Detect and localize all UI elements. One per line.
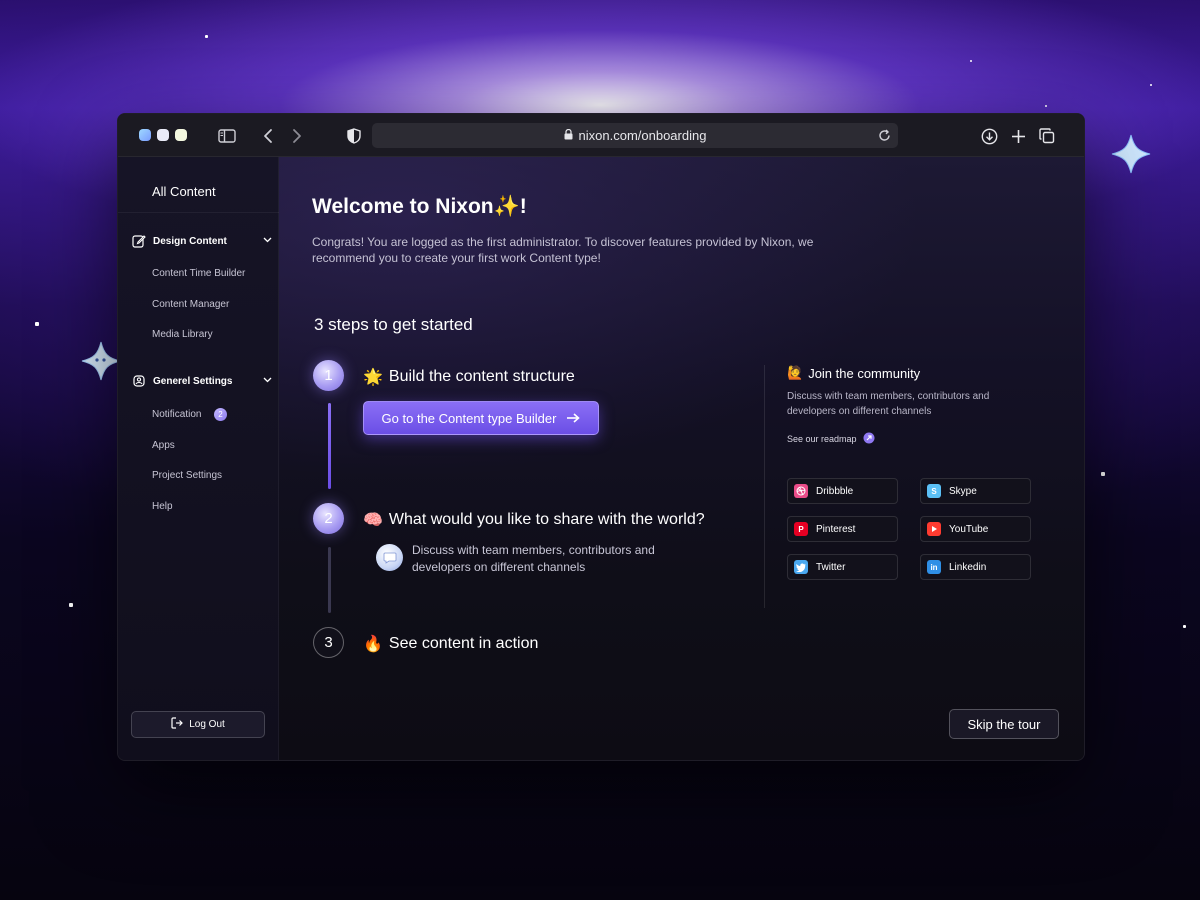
step-1-connector <box>328 403 331 489</box>
sidebar-divider <box>118 212 279 213</box>
twitter-link[interactable]: Twitter <box>787 554 898 580</box>
steps-title: 3 steps to get started <box>314 315 473 334</box>
sidebar-item-help[interactable]: Help <box>152 501 173 512</box>
notification-badge: 2 <box>214 408 227 421</box>
star <box>1101 472 1105 476</box>
star <box>205 35 208 38</box>
star <box>1150 84 1152 86</box>
dribbble-link[interactable]: Dribbble <box>787 478 898 504</box>
forward-icon[interactable] <box>287 126 307 146</box>
step-title-text: See content in action <box>388 635 539 652</box>
linkedin-icon: in <box>927 560 941 574</box>
community-description: Discuss with team members, contributors … <box>787 391 990 417</box>
community-title-text: Join the community <box>808 365 921 381</box>
logout-icon <box>171 717 184 732</box>
url-text: nixon.com/onboarding <box>578 128 707 143</box>
sidebar-toggle-icon[interactable] <box>217 126 237 146</box>
pinterest-link[interactable]: P Pinterest <box>787 516 898 542</box>
raised-hand-icon: 🙋 <box>787 365 804 380</box>
brain-icon: 🧠 <box>363 512 383 529</box>
step-1-title: 🌟 Build the content structure <box>363 367 575 387</box>
shield-icon[interactable] <box>344 126 364 146</box>
star <box>970 60 972 62</box>
linkedin-label: Linkedin <box>949 561 987 573</box>
twitter-icon <box>794 560 808 574</box>
sidebar-item-content-time-builder[interactable]: Content Time Builder <box>152 268 245 279</box>
dribbble-icon <box>794 484 808 498</box>
step-1-indicator: 1 <box>313 360 344 391</box>
window-minimize-button[interactable] <box>157 129 169 141</box>
lock-icon <box>564 128 573 143</box>
column-divider <box>764 365 765 608</box>
step-2-title: 🧠 What would you like to share with the … <box>363 510 705 530</box>
step-2-indicator: 2 <box>313 503 344 534</box>
sidebar-item-project-settings[interactable]: Project Settings <box>152 470 222 481</box>
chat-bubble-icon <box>376 544 403 571</box>
sidebar-group-label: Design Content <box>153 235 227 247</box>
step-title-text: Build the content structure <box>388 368 575 385</box>
star-icon: 🌟 <box>363 369 383 386</box>
fire-icon: 🔥 <box>363 636 383 653</box>
pinterest-icon: P <box>794 522 808 536</box>
back-icon[interactable] <box>258 126 278 146</box>
logout-button[interactable]: Log Out <box>131 711 265 738</box>
sparkle-icon <box>81 341 121 381</box>
roadmap-link[interactable]: See our readmap <box>787 432 875 446</box>
sidebar-item-content-manager[interactable]: Content Manager <box>152 299 229 310</box>
youtube-link[interactable]: YouTube <box>920 516 1031 542</box>
skype-link[interactable]: S Skype <box>920 478 1031 504</box>
step-3-title: 🔥 See content in action <box>363 634 538 654</box>
star <box>1183 625 1186 628</box>
reload-icon[interactable] <box>877 128 892 143</box>
star <box>69 603 73 607</box>
sidebar-group-design-content[interactable]: Design Content <box>132 231 272 251</box>
sidebar-item-apps[interactable]: Apps <box>152 440 175 451</box>
step-title-text: What would you like to share with the wo… <box>388 511 705 528</box>
chevron-down-icon[interactable] <box>263 235 272 246</box>
tabs-icon[interactable] <box>1037 126 1057 146</box>
skip-tour-button[interactable]: Skip the tour <box>949 709 1059 739</box>
skype-icon: S <box>927 484 941 498</box>
logout-label: Log Out <box>189 719 225 730</box>
intro-text: Congrats! You are logged as the first ad… <box>312 235 814 265</box>
settings-icon <box>132 374 146 388</box>
step-2-connector <box>328 547 331 613</box>
page-title: Welcome to Nixon✨! <box>312 195 527 218</box>
skype-label: Skype <box>949 485 977 497</box>
sidebar: All Content Design Content Content Time … <box>118 157 279 760</box>
sparkle-icon <box>1111 134 1151 174</box>
arrow-right-icon <box>566 411 581 426</box>
star <box>35 322 39 326</box>
share-description: Discuss with team members, contributors … <box>412 543 655 574</box>
browser-toolbar: nixon.com/onboarding <box>118 114 1084 157</box>
window-maximize-button[interactable] <box>175 129 187 141</box>
download-icon[interactable] <box>979 126 999 146</box>
new-tab-icon[interactable] <box>1008 126 1028 146</box>
dribbble-label: Dribbble <box>816 485 854 497</box>
sidebar-group-general-settings[interactable]: Generel Settings <box>132 371 272 391</box>
sidebar-group-label: Generel Settings <box>153 375 233 387</box>
twitter-label: Twitter <box>816 561 846 573</box>
external-link-icon <box>863 432 875 446</box>
pinterest-label: Pinterest <box>816 523 856 535</box>
step-3-indicator: 3 <box>313 627 344 658</box>
sidebar-item-media-library[interactable]: Media Library <box>152 329 213 340</box>
linkedin-link[interactable]: in Linkedin <box>920 554 1031 580</box>
roadmap-label: See our readmap <box>787 434 857 444</box>
main-content: Welcome to Nixon✨! Congrats! You are log… <box>279 157 1084 760</box>
edit-icon <box>132 234 146 248</box>
community-title: 🙋 Join the community <box>787 365 920 381</box>
window-close-button[interactable] <box>139 129 151 141</box>
address-bar[interactable]: nixon.com/onboarding <box>372 123 898 148</box>
sidebar-title[interactable]: All Content <box>152 184 216 199</box>
chevron-down-icon[interactable] <box>263 375 272 386</box>
browser-window: nixon.com/onboarding All Content Design … <box>117 113 1085 761</box>
star <box>1045 105 1047 107</box>
content-type-builder-button[interactable]: Go to the Content type Builder <box>363 401 599 435</box>
youtube-label: YouTube <box>949 523 989 535</box>
cta-label: Go to the Content type Builder <box>381 410 557 426</box>
sidebar-item-notification[interactable]: Notification <box>152 409 201 420</box>
youtube-icon <box>927 522 941 536</box>
